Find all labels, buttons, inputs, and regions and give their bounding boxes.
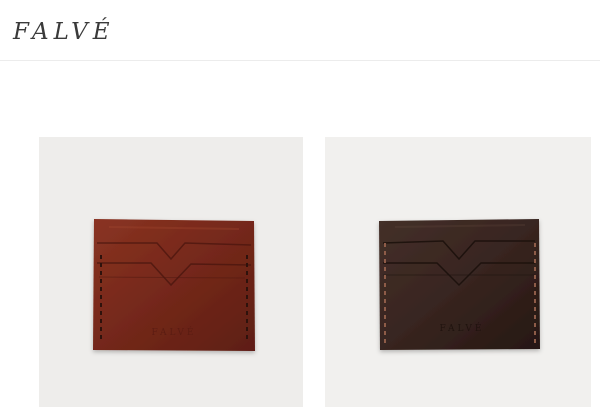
product-card[interactable]: FALVÉ	[325, 137, 591, 407]
dark-card-holder-illustration: FALVÉ	[379, 219, 540, 350]
product-image-dark-card-holder[interactable]: FALVÉ	[325, 137, 591, 407]
brand-logo[interactable]: FALVÉ	[13, 17, 115, 47]
site-header: FALVÉ	[0, 0, 600, 61]
embossed-logo: FALVÉ	[440, 322, 485, 334]
product-image-brown-card-holder[interactable]: FALVÉ	[39, 137, 303, 407]
product-card[interactable]: FALVÉ	[39, 137, 303, 407]
brown-card-holder-illustration: FALVÉ	[93, 219, 255, 351]
embossed-logo: FALVÉ	[152, 326, 197, 338]
